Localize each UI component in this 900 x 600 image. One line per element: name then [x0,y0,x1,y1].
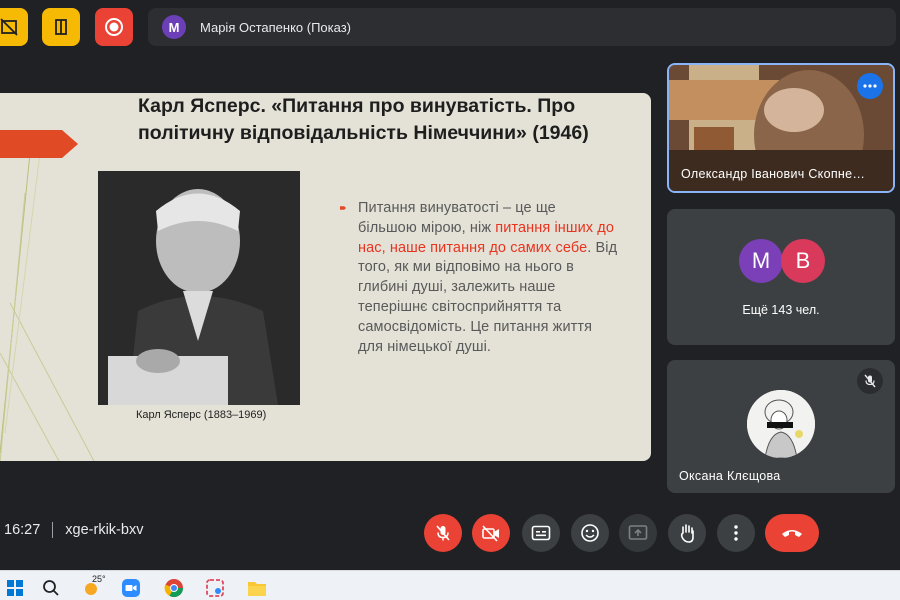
leave-call-button[interactable] [765,514,819,552]
reactions-button[interactable] [571,514,609,552]
present-screen-icon [628,525,648,540]
presenter-name: Марія Остапенко (Показ) [200,19,351,35]
camera-off-icon [482,525,499,542]
snipping-tool-icon [206,579,224,597]
meeting-time: 16:27 [4,522,41,538]
captions-icon [531,525,551,541]
captions-button[interactable] [522,514,560,552]
pip-toggle-button[interactable] [0,8,28,46]
participant-avatar-image [747,390,815,458]
taskbar-app-zoom[interactable] [120,577,142,599]
taskbar-app-file-explorer[interactable] [246,577,268,599]
meeting-info-divider [52,522,54,538]
pip-off-icon [0,18,18,36]
raise-hand-icon [680,524,694,543]
mic-off-icon [864,374,876,388]
more-participants-count: Ещё 143 чел. [742,303,820,317]
os-taskbar: 25° [0,570,900,600]
slide-decoration [0,153,95,461]
zoom-app-icon [122,579,140,597]
more-participants-tile[interactable]: M B Ещё 143 чел. [667,209,895,345]
presenter-bar: M Марія Остапенко (Показ) [148,8,896,46]
raise-hand-button[interactable] [668,514,706,552]
taskbar-app-chrome[interactable] [163,577,185,599]
three-dots-icon [863,84,877,88]
jaspers-photo [98,171,300,405]
body-text-part2: . Від того, як ми відповімо на нього в г… [358,239,618,355]
camera-toggle-button[interactable] [472,514,510,552]
participant-tile-oksana[interactable]: Оксана Клєщова [667,360,895,493]
slide-title: Карл Ясперс. «Питання про винуватість. П… [138,95,589,144]
hang-up-icon [782,530,802,537]
windows-logo-icon [7,580,23,596]
meeting-code: xge-rkik-bxv [65,522,144,538]
meeting-info: 16:27 xge-rkik-bxv [4,522,143,538]
start-button[interactable] [4,577,26,599]
folder-icon [248,582,266,596]
vertical-dots-icon [734,525,738,541]
door-exit-icon [55,19,67,35]
bullet-arrow-icon [340,206,346,210]
microphone-toggle-button[interactable] [424,514,462,552]
slide-body-text: Питання винуватості – це ще більшою міро… [358,199,618,357]
tile-more-options-button[interactable] [857,73,883,99]
present-screen-button[interactable] [619,514,657,552]
emoji-icon [581,524,599,542]
photo-caption: Карл Ясперс (1883–1969) [136,409,267,421]
search-icon [43,580,59,596]
participant-tile-video[interactable]: Олександр Іванович Скопне… [667,63,895,193]
more-options-button[interactable] [717,514,755,552]
meet-window: M Марія Остапенко (Показ) Карл Ясперс. «… [0,0,900,600]
participant-name: Олександр Іванович Скопне… [681,167,866,181]
record-icon [105,18,123,36]
record-button[interactable] [95,8,133,46]
leave-pip-button[interactable] [42,8,80,46]
mic-off-icon [436,525,450,541]
participant-avatar-b: B [781,239,825,283]
taskbar-search-button[interactable] [40,577,62,599]
presentation-slide: Карл Ясперс. «Питання про винуватість. П… [0,93,651,461]
chrome-icon [164,579,183,598]
slide-arrow-shape [0,130,78,158]
participant-avatar-m: M [739,239,783,283]
muted-indicator [857,368,883,394]
presenter-avatar: M [162,15,186,39]
weather-temperature: 25° [92,574,106,584]
taskbar-app-snipping[interactable] [204,577,226,599]
participant-name: Оксана Клєщова [679,469,781,483]
